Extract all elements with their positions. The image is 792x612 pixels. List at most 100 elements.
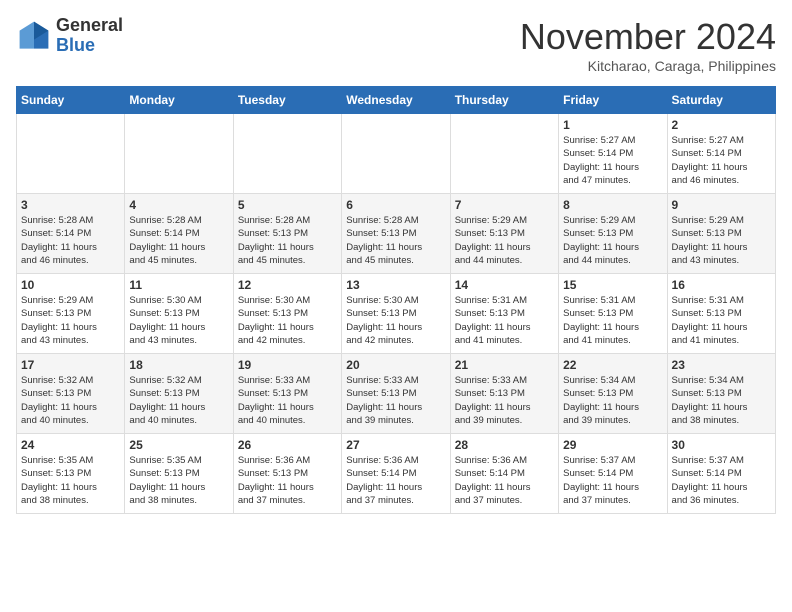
day-info: Sunrise: 5:34 AM Sunset: 5:13 PM Dayligh…: [672, 374, 771, 427]
day-info: Sunrise: 5:28 AM Sunset: 5:13 PM Dayligh…: [346, 214, 445, 267]
calendar-cell: 1 Sunrise: 5:27 AM Sunset: 5:14 PM Daylig…: [559, 114, 667, 194]
calendar-week-row: 1 Sunrise: 5:27 AM Sunset: 5:14 PM Daylig…: [17, 114, 776, 194]
day-info: Sunrise: 5:35 AM Sunset: 5:13 PM Dayligh…: [21, 454, 120, 507]
calendar-cell: 8 Sunrise: 5:29 AM Sunset: 5:13 PM Daylig…: [559, 194, 667, 274]
day-info: Sunrise: 5:29 AM Sunset: 5:13 PM Dayligh…: [563, 214, 662, 267]
day-info: Sunrise: 5:29 AM Sunset: 5:13 PM Dayligh…: [455, 214, 554, 267]
calendar-cell: 25 Sunrise: 5:35 AM Sunset: 5:13 PM Dayli…: [125, 434, 233, 514]
calendar-cell: [125, 114, 233, 194]
day-info: Sunrise: 5:30 AM Sunset: 5:13 PM Dayligh…: [238, 294, 337, 347]
calendar-cell: 3 Sunrise: 5:28 AM Sunset: 5:14 PM Daylig…: [17, 194, 125, 274]
calendar-cell: [17, 114, 125, 194]
day-info: Sunrise: 5:37 AM Sunset: 5:14 PM Dayligh…: [672, 454, 771, 507]
calendar-cell: 10 Sunrise: 5:29 AM Sunset: 5:13 PM Dayli…: [17, 274, 125, 354]
day-number: 20: [346, 358, 445, 372]
logo: General Blue: [16, 16, 123, 56]
day-info: Sunrise: 5:31 AM Sunset: 5:13 PM Dayligh…: [455, 294, 554, 347]
calendar-week-row: 3 Sunrise: 5:28 AM Sunset: 5:14 PM Daylig…: [17, 194, 776, 274]
day-number: 3: [21, 198, 120, 212]
day-info: Sunrise: 5:35 AM Sunset: 5:13 PM Dayligh…: [129, 454, 228, 507]
logo-blue: Blue: [56, 36, 123, 56]
calendar-table: SundayMondayTuesdayWednesdayThursdayFrid…: [16, 86, 776, 514]
day-number: 5: [238, 198, 337, 212]
day-info: Sunrise: 5:27 AM Sunset: 5:14 PM Dayligh…: [672, 134, 771, 187]
day-info: Sunrise: 5:33 AM Sunset: 5:13 PM Dayligh…: [346, 374, 445, 427]
day-number: 16: [672, 278, 771, 292]
day-info: Sunrise: 5:33 AM Sunset: 5:13 PM Dayligh…: [238, 374, 337, 427]
day-info: Sunrise: 5:30 AM Sunset: 5:13 PM Dayligh…: [129, 294, 228, 347]
calendar-cell: 6 Sunrise: 5:28 AM Sunset: 5:13 PM Daylig…: [342, 194, 450, 274]
day-number: 1: [563, 118, 662, 132]
day-info: Sunrise: 5:36 AM Sunset: 5:13 PM Dayligh…: [238, 454, 337, 507]
day-number: 23: [672, 358, 771, 372]
day-info: Sunrise: 5:27 AM Sunset: 5:14 PM Dayligh…: [563, 134, 662, 187]
calendar-cell: 27 Sunrise: 5:36 AM Sunset: 5:14 PM Dayli…: [342, 434, 450, 514]
day-number: 7: [455, 198, 554, 212]
calendar-body: 1 Sunrise: 5:27 AM Sunset: 5:14 PM Daylig…: [17, 114, 776, 514]
day-info: Sunrise: 5:30 AM Sunset: 5:13 PM Dayligh…: [346, 294, 445, 347]
day-number: 12: [238, 278, 337, 292]
calendar-cell: 29Sunrise: 5:37 AM Sunset: 5:14 PM Dayli…: [559, 434, 667, 514]
day-number: 14: [455, 278, 554, 292]
day-number: 24: [21, 438, 120, 452]
title-section: November 2024 Kitcharao, Caraga, Philipp…: [520, 16, 776, 74]
day-number: 11: [129, 278, 228, 292]
day-info: Sunrise: 5:29 AM Sunset: 5:13 PM Dayligh…: [21, 294, 120, 347]
day-number: 9: [672, 198, 771, 212]
weekday-header: Friday: [559, 87, 667, 114]
day-number: 17: [21, 358, 120, 372]
calendar-cell: [233, 114, 341, 194]
day-info: Sunrise: 5:36 AM Sunset: 5:14 PM Dayligh…: [346, 454, 445, 507]
calendar-cell: 13Sunrise: 5:30 AM Sunset: 5:13 PM Dayli…: [342, 274, 450, 354]
calendar-week-row: 17Sunrise: 5:32 AM Sunset: 5:13 PM Dayli…: [17, 354, 776, 434]
day-number: 10: [21, 278, 120, 292]
day-info: Sunrise: 5:33 AM Sunset: 5:13 PM Dayligh…: [455, 374, 554, 427]
calendar-cell: 26 Sunrise: 5:36 AM Sunset: 5:13 PM Dayli…: [233, 434, 341, 514]
weekday-header: Wednesday: [342, 87, 450, 114]
day-number: 21: [455, 358, 554, 372]
calendar-cell: 21 Sunrise: 5:33 AM Sunset: 5:13 PM Dayli…: [450, 354, 558, 434]
day-info: Sunrise: 5:36 AM Sunset: 5:14 PM Dayligh…: [455, 454, 554, 507]
calendar-cell: 9 Sunrise: 5:29 AM Sunset: 5:13 PM Daylig…: [667, 194, 775, 274]
calendar-cell: 28 Sunrise: 5:36 AM Sunset: 5:14 PM Dayli…: [450, 434, 558, 514]
calendar-header: SundayMondayTuesdayWednesdayThursdayFrid…: [17, 87, 776, 114]
day-number: 22: [563, 358, 662, 372]
day-number: 18: [129, 358, 228, 372]
logo-general: General: [56, 16, 123, 36]
day-info: Sunrise: 5:37 AM Sunset: 5:14 PM Dayligh…: [563, 454, 662, 507]
day-number: 26: [238, 438, 337, 452]
day-number: 27: [346, 438, 445, 452]
day-info: Sunrise: 5:28 AM Sunset: 5:14 PM Dayligh…: [21, 214, 120, 267]
day-number: 28: [455, 438, 554, 452]
calendar-cell: 4Sunrise: 5:28 AM Sunset: 5:14 PM Daylig…: [125, 194, 233, 274]
weekday-header: Saturday: [667, 87, 775, 114]
weekday-header: Sunday: [17, 87, 125, 114]
calendar-cell: 11 Sunrise: 5:30 AM Sunset: 5:13 PM Dayli…: [125, 274, 233, 354]
page-header: General Blue November 2024 Kitcharao, Ca…: [16, 16, 776, 74]
month-title: November 2024: [520, 16, 776, 58]
day-info: Sunrise: 5:29 AM Sunset: 5:13 PM Dayligh…: [672, 214, 771, 267]
location: Kitcharao, Caraga, Philippines: [520, 58, 776, 74]
day-number: 6: [346, 198, 445, 212]
calendar-cell: [450, 114, 558, 194]
calendar-cell: 24 Sunrise: 5:35 AM Sunset: 5:13 PM Dayli…: [17, 434, 125, 514]
weekday-row: SundayMondayTuesdayWednesdayThursdayFrid…: [17, 87, 776, 114]
day-number: 30: [672, 438, 771, 452]
calendar-cell: 7 Sunrise: 5:29 AM Sunset: 5:13 PM Daylig…: [450, 194, 558, 274]
calendar-cell: 17Sunrise: 5:32 AM Sunset: 5:13 PM Dayli…: [17, 354, 125, 434]
day-info: Sunrise: 5:34 AM Sunset: 5:13 PM Dayligh…: [563, 374, 662, 427]
day-info: Sunrise: 5:28 AM Sunset: 5:13 PM Dayligh…: [238, 214, 337, 267]
day-info: Sunrise: 5:31 AM Sunset: 5:13 PM Dayligh…: [563, 294, 662, 347]
day-number: 15: [563, 278, 662, 292]
day-number: 8: [563, 198, 662, 212]
calendar-cell: 30 Sunrise: 5:37 AM Sunset: 5:14 PM Dayli…: [667, 434, 775, 514]
calendar-week-row: 24 Sunrise: 5:35 AM Sunset: 5:13 PM Dayli…: [17, 434, 776, 514]
calendar-cell: 20 Sunrise: 5:33 AM Sunset: 5:13 PM Dayli…: [342, 354, 450, 434]
calendar-cell: 23 Sunrise: 5:34 AM Sunset: 5:13 PM Dayli…: [667, 354, 775, 434]
day-number: 19: [238, 358, 337, 372]
weekday-header: Monday: [125, 87, 233, 114]
weekday-header: Thursday: [450, 87, 558, 114]
calendar-cell: 18Sunrise: 5:32 AM Sunset: 5:13 PM Dayli…: [125, 354, 233, 434]
calendar-cell: 14 Sunrise: 5:31 AM Sunset: 5:13 PM Dayli…: [450, 274, 558, 354]
day-number: 25: [129, 438, 228, 452]
